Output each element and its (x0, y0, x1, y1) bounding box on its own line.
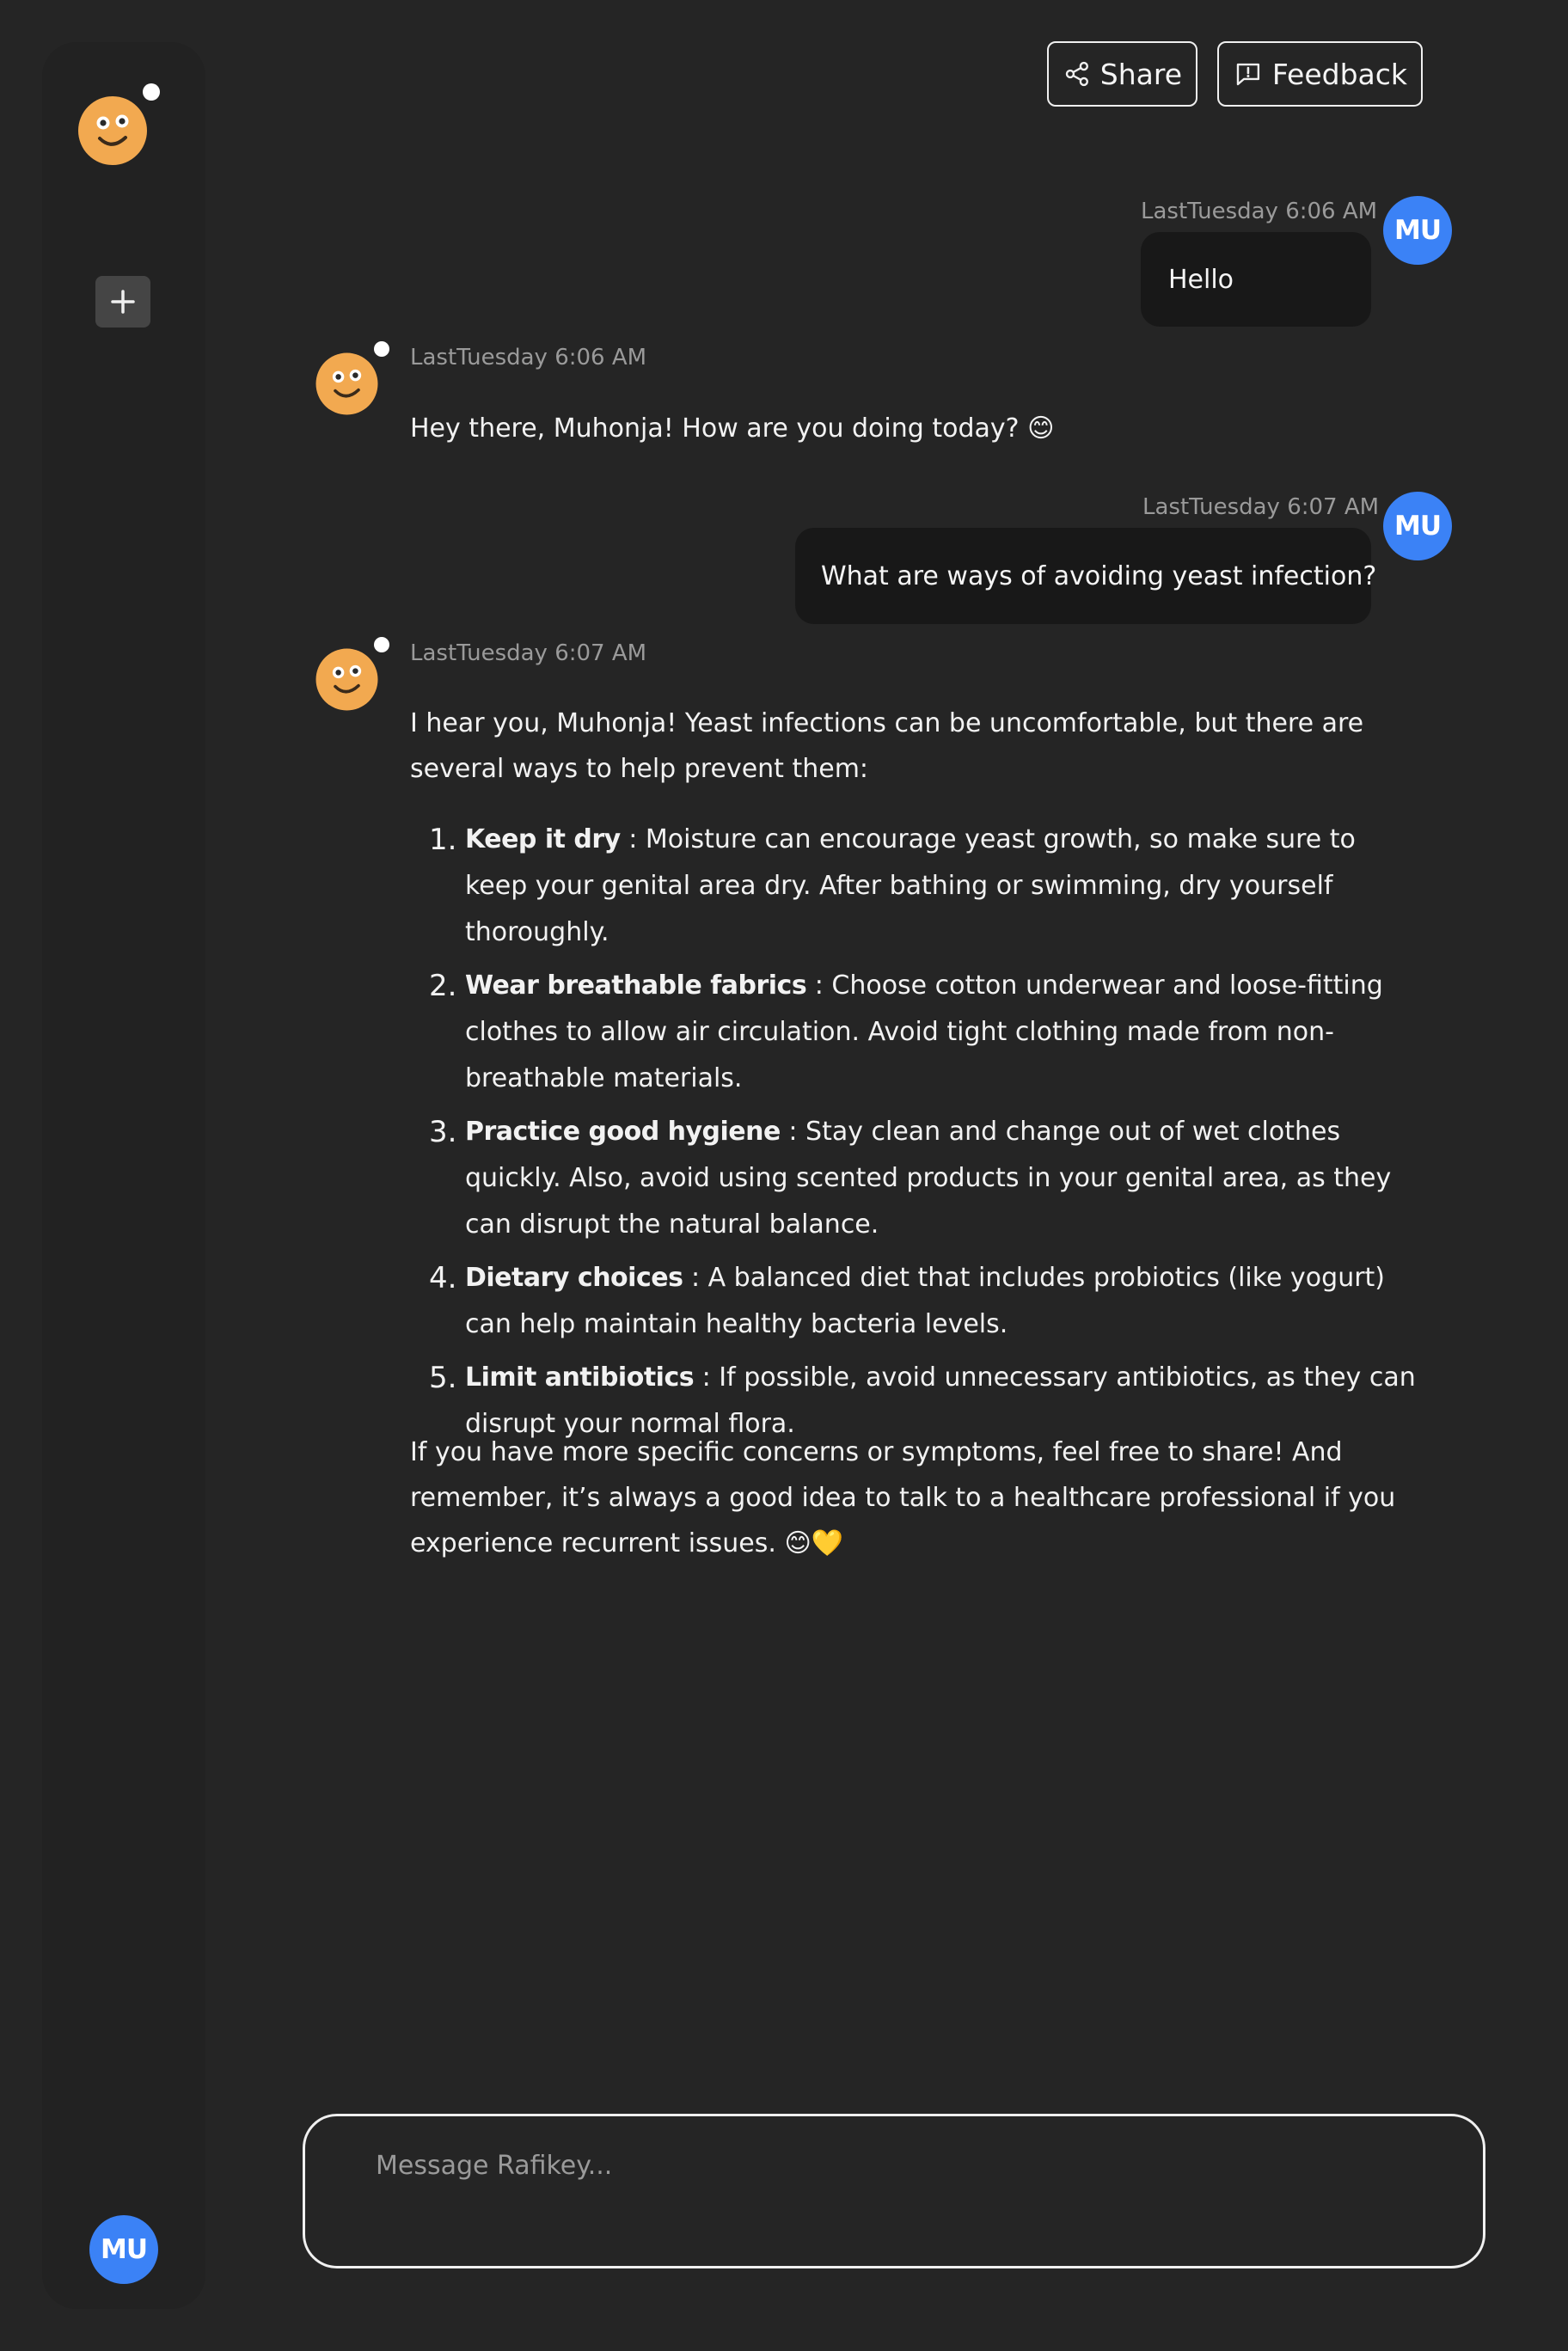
message-timestamp: LastTuesday 6:07 AM (1142, 494, 1380, 520)
message-timestamp: LastTuesday 6:06 AM (410, 345, 647, 370)
list-item: 2. Wear breathable fabrics : Choose cott… (410, 963, 1424, 1102)
user-message-bubble: What are ways of avoiding yeast infectio… (795, 528, 1376, 624)
list-item-number: 4. (429, 1261, 457, 1295)
assistant-avatar-icon (312, 341, 389, 419)
list-item-title: Practice good hygiene (465, 1117, 781, 1147)
user-message-text: What are ways of avoiding yeast infectio… (821, 560, 1377, 591)
tips-list: 1. Keep it dry : Moisture can encourage … (410, 817, 1424, 1454)
new-chat-button[interactable] (95, 276, 150, 328)
plus-icon (111, 290, 135, 314)
list-item-title: Wear breathable fabrics (465, 970, 807, 1001)
rafikey-logo-icon[interactable] (74, 83, 160, 169)
message-composer[interactable] (303, 2114, 1485, 2268)
message-input[interactable] (374, 2144, 1406, 2187)
list-item-title: Keep it dry (465, 824, 621, 854)
user-message-bubble: Hello (1141, 232, 1371, 327)
feedback-label: Feedback (1271, 57, 1407, 91)
list-item: 3. Practice good hygiene : Stay clean an… (410, 1109, 1424, 1248)
user-avatar: MU (1383, 492, 1452, 560)
message-timestamp: LastTuesday 6:06 AM (1141, 199, 1378, 224)
share-label: Share (1099, 57, 1182, 91)
list-item-title: Limit antibiotics (465, 1362, 695, 1393)
feedback-button[interactable]: Feedback (1217, 41, 1423, 107)
list-item: 4. Dietary choices : A balanced diet tha… (410, 1255, 1424, 1348)
list-item: 1. Keep it dry : Moisture can encourage … (410, 817, 1424, 956)
share-icon (1065, 61, 1088, 87)
assistant-message-text: Hey there, Muhonja! How are you doing to… (410, 413, 1055, 444)
assistant-avatar-icon (312, 637, 389, 714)
list-item-number: 1. (429, 823, 457, 857)
user-message-text: Hello (1168, 264, 1234, 295)
list-item-number: 5. (429, 1361, 457, 1395)
user-avatar: MU (1383, 196, 1452, 265)
list-item-title: Dietary choices (465, 1263, 683, 1293)
list-item-number: 3. (429, 1115, 457, 1149)
assistant-message-intro: I hear you, Muhonja! Yeast infections ca… (410, 708, 1364, 784)
list-item-number: 2. (429, 969, 457, 1003)
message-timestamp: LastTuesday 6:07 AM (410, 640, 647, 666)
user-avatar[interactable]: MU (89, 2215, 158, 2284)
share-button[interactable]: Share (1047, 41, 1197, 107)
feedback-icon (1236, 63, 1260, 86)
sidebar: MU (42, 42, 205, 2309)
assistant-message-outro: If you have more specific concerns or sy… (410, 1437, 1396, 1558)
